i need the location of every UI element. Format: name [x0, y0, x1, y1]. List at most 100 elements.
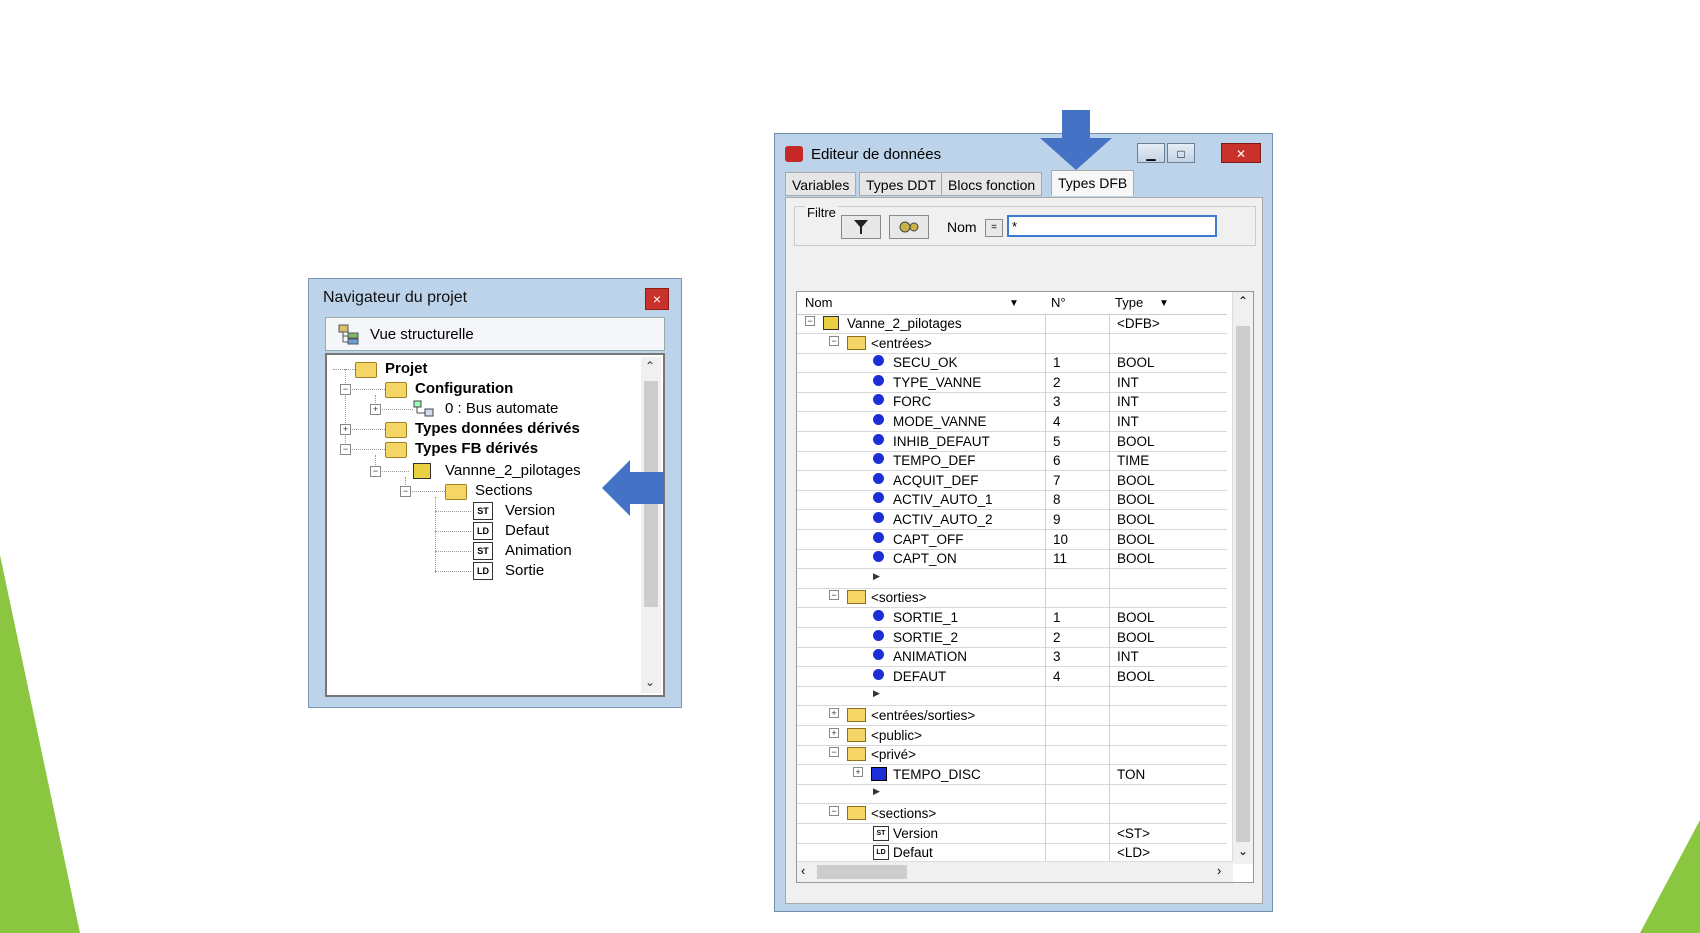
scroll-down-icon[interactable]: ⌄	[645, 675, 655, 689]
collapse-icon[interactable]: −	[805, 316, 815, 326]
tree-configuration[interactable]: Configuration	[415, 380, 513, 397]
table-row[interactable]: TYPE_VANNE 2 INT	[797, 373, 1227, 393]
expand-icon[interactable]: +	[370, 404, 381, 415]
table-row[interactable]: − Vanne_2_pilotages <DFB>	[797, 314, 1227, 334]
tree-types-donnees-derives[interactable]: Types données dérivés	[415, 420, 580, 437]
cell-name: <public>	[871, 727, 923, 743]
variable-icon	[873, 668, 884, 680]
new-row-icon[interactable]: ▶	[873, 571, 880, 582]
scroll-down-icon[interactable]: ⌄	[1238, 844, 1248, 858]
vertical-scrollbar[interactable]: ⌃ ⌄	[641, 357, 661, 693]
tree-section-sortie[interactable]: Sortie	[505, 562, 544, 579]
table-row[interactable]: LDSortie<LD>	[797, 882, 1227, 883]
cell-name: <entrées/sorties>	[871, 708, 976, 723]
folder-icon	[847, 747, 866, 762]
sort-dropdown-icon[interactable]: ▼	[1009, 298, 1019, 309]
scroll-up-icon[interactable]: ⌃	[645, 359, 655, 373]
collapse-icon[interactable]: −	[340, 384, 351, 395]
filter-config-button[interactable]	[889, 215, 929, 239]
expand-icon[interactable]: +	[853, 766, 863, 777]
scroll-right-icon[interactable]: ›	[1217, 863, 1221, 878]
ld-section-icon: LD	[473, 562, 493, 580]
table-row[interactable]: ACTIV_AUTO_1 8 BOOL	[797, 490, 1227, 511]
filter-funnel-button[interactable]	[841, 215, 881, 239]
collapse-icon[interactable]: −	[829, 806, 839, 816]
horizontal-scrollbar[interactable]: ‹ ›	[797, 861, 1233, 882]
scroll-left-icon[interactable]: ‹	[801, 863, 805, 878]
table-row[interactable]: − <privé>	[797, 745, 1227, 766]
tab-blocs-fonction[interactable]: Blocs fonction	[941, 172, 1043, 196]
collapse-icon[interactable]: −	[829, 747, 839, 758]
collapse-icon[interactable]: −	[400, 486, 411, 497]
column-nom[interactable]: Nom	[805, 295, 832, 310]
table-row[interactable]: ST Version <ST>	[797, 824, 1227, 844]
tree-sections[interactable]: Sections	[475, 482, 533, 499]
table-row[interactable]: CAPT_ON 11 BOOL	[797, 549, 1227, 570]
table-row[interactable]: CAPT_OFF 10 BOOL	[797, 530, 1227, 550]
table-row[interactable]: ACQUIT_DEF 7 BOOL	[797, 471, 1227, 491]
table-row[interactable]: DEFAUT 4 BOOL	[797, 667, 1227, 687]
tree-section-animation[interactable]: Animation	[505, 542, 572, 559]
collapse-icon[interactable]: −	[829, 335, 839, 346]
variable-icon	[873, 472, 884, 484]
name-filter-input[interactable]	[1007, 215, 1217, 237]
tree-types-fb-derives[interactable]: Types FB dérivés	[415, 440, 538, 457]
tree-projet[interactable]: Projet	[385, 360, 428, 377]
tree-vanne-2-pilotages[interactable]: Vannne_2_pilotages	[445, 462, 581, 479]
table-row[interactable]: + <public>	[797, 726, 1227, 746]
folder-icon	[355, 362, 377, 378]
table-row[interactable]: − <sorties>	[797, 588, 1227, 609]
expand-icon[interactable]: +	[340, 424, 351, 435]
tree-section-defaut[interactable]: Defaut	[505, 522, 549, 539]
collapse-icon[interactable]: −	[340, 444, 351, 455]
scroll-thumb[interactable]	[817, 865, 907, 879]
expand-icon[interactable]: +	[829, 708, 839, 718]
tab-types-ddt[interactable]: Types DDT	[859, 172, 944, 196]
table-row[interactable]: SORTIE_2 2 BOOL	[797, 628, 1227, 648]
expand-icon[interactable]: +	[829, 727, 839, 738]
table-row[interactable]: + <entrées/sorties>	[797, 706, 1227, 726]
cell-name: CAPT_OFF	[893, 531, 964, 547]
table-row[interactable]: + TEMPO_DISC TON	[797, 765, 1227, 785]
close-button[interactable]: ✕	[1221, 143, 1261, 163]
tree-section-version[interactable]: Version	[505, 502, 555, 519]
cell-type: INT	[1117, 649, 1139, 665]
collapse-icon[interactable]: −	[829, 590, 839, 601]
table-row[interactable]: ▶	[797, 686, 1227, 707]
scroll-thumb[interactable]	[1236, 326, 1250, 842]
table-row[interactable]: ACTIV_AUTO_2 9 BOOL	[797, 510, 1227, 530]
column-num[interactable]: N°	[1051, 295, 1066, 310]
tab-types-dfb[interactable]: Types DFB	[1051, 170, 1135, 196]
cell-num: 6	[1053, 453, 1061, 469]
structural-view-header[interactable]: Vue structurelle	[325, 317, 665, 351]
table-row[interactable]: ▶	[797, 569, 1227, 589]
maximize-button[interactable]: □	[1167, 143, 1195, 163]
data-editor-window: Editeur de données ▁ □ ✕ Variables Types…	[774, 133, 1273, 912]
type-dropdown-icon[interactable]: ▼	[1159, 298, 1169, 309]
table-row[interactable]: − <entrées>	[797, 334, 1227, 354]
table-row[interactable]: SORTIE_1 1 BOOL	[797, 608, 1227, 628]
collapse-icon[interactable]: −	[370, 466, 381, 477]
editor-panel: Filtre Nom = Nom ▼ N° Type ▼ −Vanne_2_pi…	[785, 197, 1263, 904]
table-row[interactable]: ▶	[797, 784, 1227, 805]
table-row[interactable]: FORC 3 INT	[797, 392, 1227, 413]
table-row[interactable]: SECU_OK 1 BOOL	[797, 353, 1227, 374]
table-row[interactable]: − <sections>	[797, 804, 1227, 824]
table-row[interactable]: INHIB_DEFAUT 5 BOOL	[797, 432, 1227, 452]
tree-bus-automate[interactable]: 0 : Bus automate	[445, 400, 558, 417]
table-row[interactable]: TEMPO_DEF 6 TIME	[797, 451, 1227, 472]
close-button[interactable]: ×	[645, 288, 669, 310]
minimize-button[interactable]: ▁	[1137, 143, 1165, 163]
vertical-scrollbar[interactable]: ⌃ ⌄	[1232, 292, 1253, 864]
table-row[interactable]: MODE_VANNE 4 INT	[797, 412, 1227, 432]
column-type[interactable]: Type	[1115, 295, 1143, 310]
new-row-icon[interactable]: ▶	[873, 786, 880, 797]
scroll-up-icon[interactable]: ⌃	[1238, 294, 1248, 308]
new-row-icon[interactable]: ▶	[873, 688, 880, 699]
cell-name: <entrées>	[871, 335, 932, 351]
table-row[interactable]: ANIMATION 3 INT	[797, 647, 1227, 668]
variable-icon	[873, 414, 884, 425]
funnel-icon	[854, 220, 868, 234]
tab-variables[interactable]: Variables	[785, 172, 857, 196]
equals-button[interactable]: =	[985, 219, 1003, 237]
